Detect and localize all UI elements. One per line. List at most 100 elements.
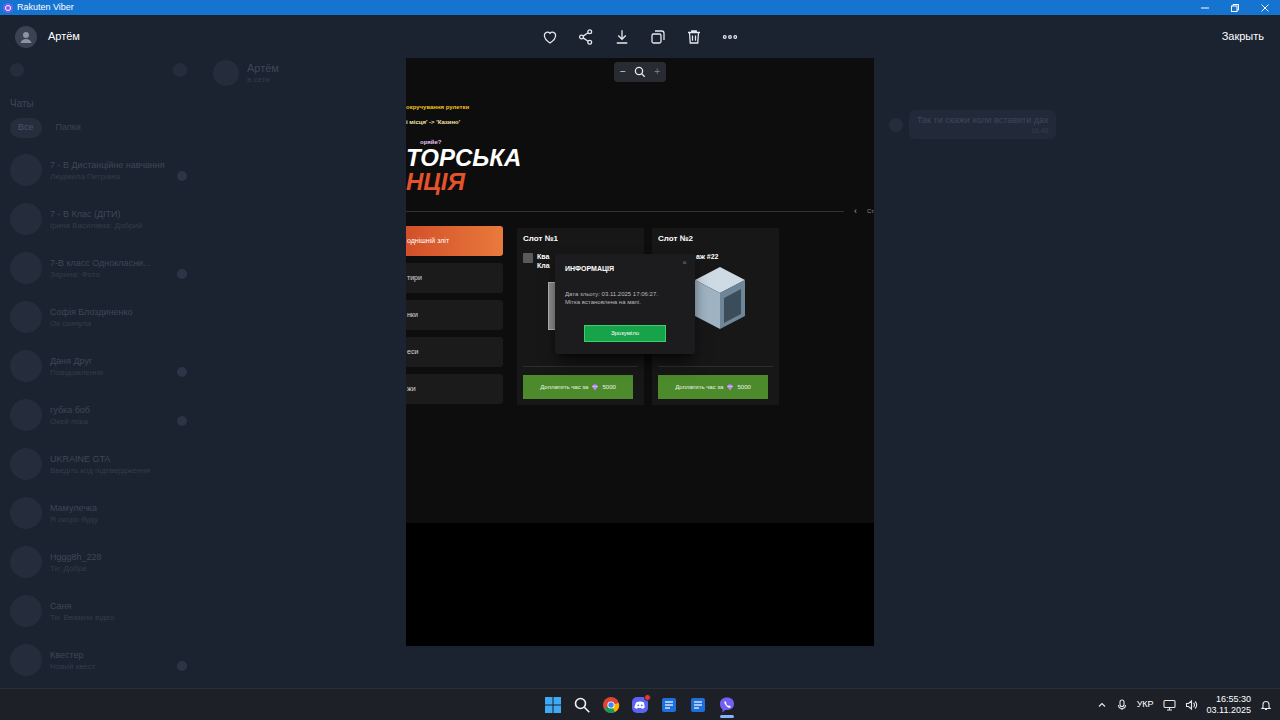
chat-item[interactable]: UKRAINE GTAВведіть код підтвердження xyxy=(0,440,197,489)
slot-label: Кла xyxy=(537,261,550,270)
taskbar-app[interactable] xyxy=(540,691,566,719)
volume-icon[interactable] xyxy=(1185,699,1198,711)
clock[interactable]: 16:55:30 03.11.2025 xyxy=(1207,694,1251,716)
menu-label: тири xyxy=(406,273,422,284)
taskbar-app[interactable] xyxy=(627,691,653,719)
compose-icon[interactable] xyxy=(173,63,187,77)
menu-label: жи xyxy=(406,384,416,395)
download-icon xyxy=(613,28,631,46)
chat-preview: Ти: Добре xyxy=(50,563,173,574)
message-bubble: Так ти скажи коли вставити дах 16:48 xyxy=(909,110,1056,139)
crop-button[interactable] xyxy=(648,27,668,47)
chat-name: Даня Друг xyxy=(50,355,187,367)
zoom-out-button[interactable]: − xyxy=(620,66,626,78)
chat-item[interactable]: губка бобОкей пока xyxy=(0,391,197,440)
taskbar-app[interactable] xyxy=(598,691,624,719)
chat-avatar xyxy=(10,399,42,431)
chat-item[interactable]: 7 - В Клас (ДІТИ)Ірина Василівна: Добрий xyxy=(0,195,197,244)
more-button[interactable] xyxy=(720,27,740,47)
carousel-arrow[interactable]: ‹ xyxy=(854,206,857,216)
chrome-icon xyxy=(602,696,620,714)
notification-badge xyxy=(673,694,680,701)
crop-icon xyxy=(649,28,667,46)
menu-icon[interactable] xyxy=(10,63,24,77)
zoom-in-button[interactable]: + xyxy=(654,66,660,78)
sender-name: Артём xyxy=(48,28,80,45)
chat-avatar xyxy=(10,252,42,284)
chat-item[interactable]: Софія БлоздиненкоОк скинула xyxy=(0,293,197,342)
chat-preview: Повідомлення xyxy=(50,367,173,378)
active-indicator xyxy=(604,715,618,718)
chat-item[interactable]: СаняТи: Ввімкни відео xyxy=(0,587,197,636)
viber-icon xyxy=(718,696,736,714)
network-icon[interactable] xyxy=(1163,699,1176,711)
taskbar-app[interactable] xyxy=(656,691,682,719)
microphone-icon[interactable] xyxy=(1116,699,1128,711)
active-indicator xyxy=(720,715,734,718)
title-bar: Rakuten Viber xyxy=(0,0,1280,15)
game-menu-item[interactable]: тири xyxy=(406,263,503,293)
notification-badge xyxy=(731,694,738,701)
close-window-button[interactable] xyxy=(1250,0,1280,15)
extend-time-button[interactable]: Доплатить час за5000 xyxy=(658,375,768,399)
chat-item[interactable]: Hggg8h_228Ти: Добре xyxy=(0,538,197,587)
clock-date: 03.11.2025 xyxy=(1207,705,1251,716)
understood-button[interactable]: Зрозуміло xyxy=(584,325,666,342)
modal-text: Дата зльоту: 03.11.2025 17:06:27. xyxy=(565,290,685,298)
taskbar-app[interactable] xyxy=(685,691,711,719)
chat-preview: Людмила Петрівна xyxy=(50,171,173,182)
more-icon xyxy=(721,28,739,46)
unread-dot xyxy=(177,612,187,622)
unread-dot xyxy=(177,465,187,475)
message-avatar xyxy=(889,118,903,132)
zoom-control: − + xyxy=(614,62,666,82)
notification-badge xyxy=(557,694,564,701)
chat-item[interactable]: 7 - В Дистанційне навчанняЛюдмила Петрів… xyxy=(0,146,197,195)
tray-chevron-icon[interactable] xyxy=(1097,700,1107,710)
chat-item[interactable]: Даня ДругПовідомлення xyxy=(0,342,197,391)
button-label: Доплатить час за xyxy=(540,383,588,392)
modal-text: Мітка встановлена на мапі. xyxy=(565,298,685,306)
taskbar-app[interactable] xyxy=(569,691,595,719)
menu-label: еси xyxy=(406,347,418,358)
close-viewer-button[interactable]: Закрыть xyxy=(1222,28,1264,45)
contact-avatar[interactable] xyxy=(213,60,239,86)
chat-preview: Новий квест xyxy=(50,661,173,672)
gem-icon xyxy=(591,384,599,391)
active-indicator xyxy=(546,715,560,718)
search-icon xyxy=(573,696,591,714)
active-indicator xyxy=(575,715,589,718)
chat-item[interactable]: КвестерНовий квест xyxy=(0,636,197,685)
restore-button[interactable] xyxy=(1220,0,1250,15)
taskbar-app[interactable] xyxy=(714,691,740,719)
chat-avatar xyxy=(10,301,42,333)
unread-dot xyxy=(177,318,187,328)
filter-chip[interactable]: Все xyxy=(10,118,42,138)
delete-button[interactable] xyxy=(684,27,704,47)
edge-label: Ст xyxy=(867,206,874,216)
game-menu-item[interactable]: однішній зліт xyxy=(406,226,503,256)
menu-label: нки xyxy=(406,310,418,321)
button-price: 5000 xyxy=(602,383,615,392)
chat-name: Мамулечка xyxy=(50,502,187,514)
chat-item[interactable]: 7-В класс Однокласни...Зарина: Фото xyxy=(0,244,197,293)
active-indicator xyxy=(662,715,676,718)
share-button[interactable] xyxy=(576,27,596,47)
chat-avatar xyxy=(10,497,42,529)
chat-item[interactable]: МамулечкаЯ скоро буду xyxy=(0,489,197,538)
slot-title: Слот №2 xyxy=(658,234,773,244)
sender-avatar[interactable] xyxy=(15,26,37,48)
like-button[interactable] xyxy=(540,27,560,47)
extend-time-button[interactable]: Доплатить час за 5000 xyxy=(523,375,633,399)
language-indicator[interactable]: УКР xyxy=(1137,698,1154,712)
active-indicator xyxy=(691,715,705,718)
notification-bell-icon[interactable] xyxy=(1260,699,1272,711)
minimize-button[interactable] xyxy=(1190,0,1220,15)
download-button[interactable] xyxy=(612,27,632,47)
chat-name: Софія Блоздиненко xyxy=(50,306,187,318)
game-menu-item[interactable]: нки xyxy=(406,300,503,330)
modal-close-button[interactable]: × xyxy=(682,258,687,267)
game-menu-item[interactable]: жи xyxy=(406,374,503,404)
game-menu-item[interactable]: еси xyxy=(406,337,503,367)
filter-chip[interactable]: Папки xyxy=(48,118,89,138)
